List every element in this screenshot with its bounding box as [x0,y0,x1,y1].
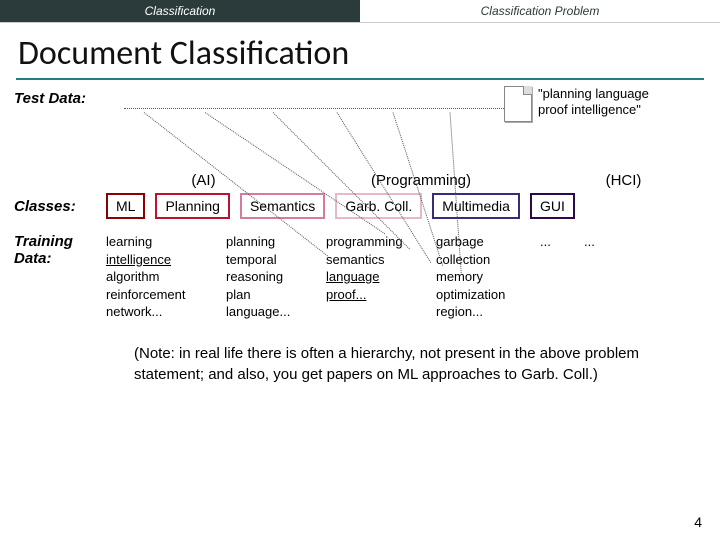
document-icon [504,86,532,122]
title-rule [16,78,704,80]
page-title: Document Classification [18,33,702,74]
train-col-ml: learningintelligence algorithmreinforcem… [106,233,212,321]
footnote: (Note: in real life there is often a hie… [134,343,646,385]
top-bar: Classification Classification Problem [0,0,720,23]
label-test-data: Test Data: [14,90,106,107]
document-snippet: "planning language proof intelligence" [538,86,668,119]
super-ai: (AI) [106,172,301,189]
super-prog: (Programming) [301,172,541,189]
slide-body: Test Data: "planning language proof inte… [0,90,720,385]
crumb-left: Classification [0,0,360,22]
class-boxes: ML Planning Semantics Garb. Coll. Multim… [106,193,575,219]
page-number: 4 [694,514,702,530]
class-gui: GUI [530,193,575,219]
train-col-garb: garbagecollection memoryoptimizationregi… [436,233,526,321]
train-col-multimedia: ... [540,233,570,321]
class-multimedia: Multimedia [432,193,520,219]
class-garb-coll: Garb. Coll. [335,193,422,219]
label-training-data: Training Data: [14,233,106,267]
training-columns: learningintelligence algorithmreinforcem… [106,233,614,321]
train-col-gui: ... [584,233,614,321]
super-hci: (HCI) [541,172,706,189]
train-col-planning: planningtemporal reasoningplanlanguage..… [226,233,312,321]
supercategory-row: (AI) (Programming) (HCI) [106,172,706,189]
crumb-right: Classification Problem [360,0,720,22]
class-planning: Planning [155,193,230,219]
label-classes: Classes: [14,198,106,215]
fanout-arrows [104,108,506,166]
class-ml: ML [106,193,145,219]
